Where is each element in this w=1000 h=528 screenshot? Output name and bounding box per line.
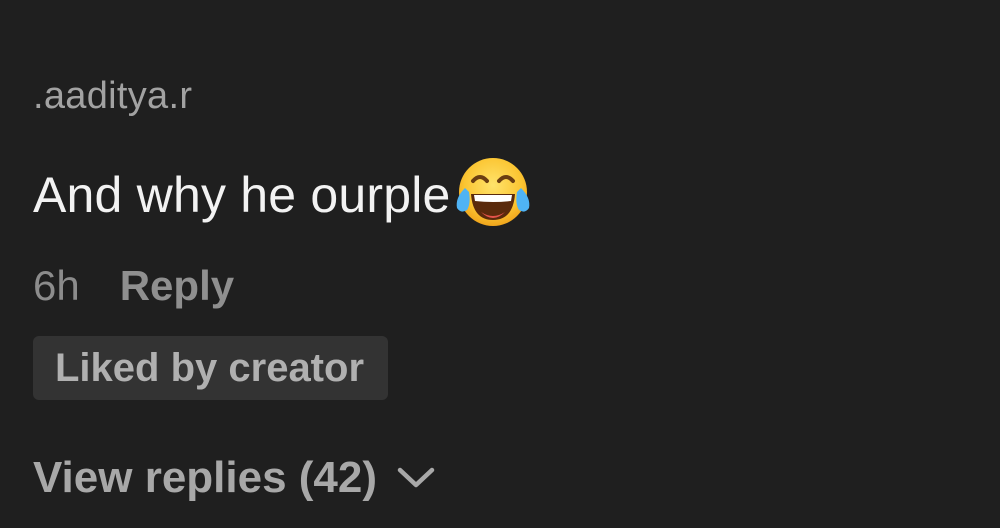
reply-button[interactable]: Reply — [120, 262, 234, 310]
comment-text: And why he ourple — [33, 167, 451, 223]
comment-username[interactable]: .aaditya.r — [33, 72, 192, 120]
view-replies-label: View replies (42) — [33, 453, 378, 502]
comment-item: .aaditya.r And why he ourple 6h Reply Li… — [33, 0, 973, 528]
comment-body: And why he ourple — [33, 158, 535, 230]
face-with-tears-of-joy-icon — [451, 154, 535, 230]
comment-timestamp: 6h — [33, 262, 80, 309]
view-replies-button[interactable]: View replies (42) — [33, 450, 437, 506]
chevron-down-icon — [395, 464, 437, 492]
comment-meta: 6h Reply — [33, 258, 234, 314]
liked-by-creator-badge: Liked by creator — [33, 336, 389, 400]
